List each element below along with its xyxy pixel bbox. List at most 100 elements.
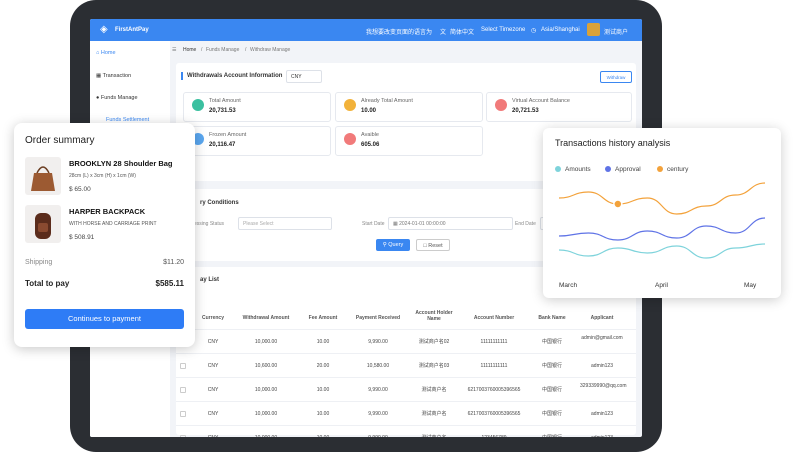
col-payment-received: Payment Received bbox=[355, 315, 401, 321]
data-table: Currency Withdrawal Amount Fee Amount Pa… bbox=[176, 307, 636, 437]
table-cell: 6217003760005396565 bbox=[467, 387, 521, 393]
row-checkbox[interactable] bbox=[180, 387, 186, 393]
series-line-amounts bbox=[558, 243, 766, 259]
table-cell: 10,580.00 bbox=[366, 363, 390, 369]
row-checkbox[interactable] bbox=[180, 435, 186, 437]
table-cell: 中国银行 bbox=[541, 339, 562, 345]
row-checkbox[interactable] bbox=[180, 363, 186, 369]
table-row[interactable]: CNY10,000.0010.009,990.00测试商户名 123456789中… bbox=[176, 425, 636, 437]
table-cell: 10.00 bbox=[316, 339, 330, 345]
table-cell: 20.00 bbox=[316, 363, 330, 369]
breadcrumb-home[interactable]: Home bbox=[183, 47, 196, 53]
table-cell: 10,000.00 bbox=[254, 387, 278, 393]
table-cell: 9,990.00 bbox=[368, 411, 388, 417]
table-cell: 11111111111 bbox=[480, 339, 508, 345]
status-select[interactable]: Please Select bbox=[238, 217, 332, 230]
brand-name: FirstAntPay bbox=[115, 27, 149, 33]
timezone-selector[interactable]: Asia/Shanghai bbox=[541, 27, 580, 33]
table-cell: 10.00 bbox=[316, 387, 330, 393]
col-withdrawal-amount: Withdrawal Amount bbox=[242, 315, 290, 321]
product-price: $ 65.00 bbox=[69, 186, 91, 193]
transaction-icon: ▦ bbox=[96, 73, 103, 79]
table-cell: 9,990.00 bbox=[368, 387, 388, 393]
sidebar-item-funds-manage[interactable]: ● Funds Manage bbox=[96, 95, 138, 101]
table-cell: 10.00 bbox=[316, 411, 330, 417]
clock-icon: ◷ bbox=[531, 28, 537, 34]
reset-button[interactable]: □ Reset bbox=[416, 239, 450, 251]
table-cell: 10,600.00 bbox=[254, 363, 278, 369]
order-summary-card: Order summary BROOKLYN 28 Shoulder Bag 2… bbox=[14, 123, 195, 347]
col-applicant: Applicant bbox=[590, 315, 614, 321]
series-line-approval bbox=[558, 217, 766, 241]
query-button[interactable]: ⚲ Query bbox=[376, 239, 410, 251]
shipping-label: Shipping bbox=[25, 259, 53, 266]
table-cell: 11111111111 bbox=[480, 363, 508, 369]
sidebar-item-home[interactable]: ⌂ Home bbox=[96, 50, 116, 56]
table-cell: CNY bbox=[207, 339, 219, 345]
table-row[interactable]: CNY 10,000.00 10.00 9,990.00 测试商户名 6217003760… bbox=[176, 377, 636, 401]
table-cell: 9,990.00 bbox=[345, 435, 411, 437]
menu-toggle-icon[interactable]: ☰ bbox=[172, 47, 176, 53]
col-bank-name: Bank Name bbox=[538, 315, 566, 321]
shoulder-bag-image bbox=[25, 157, 61, 195]
data-point-marker[interactable] bbox=[613, 199, 623, 209]
table-cell: admin@gmail.com bbox=[581, 335, 623, 341]
line-chart bbox=[558, 182, 766, 259]
start-date-label: Start Date bbox=[362, 221, 385, 227]
row-checkbox[interactable] bbox=[180, 411, 186, 417]
language-prompt: 我想要改变页面的语言为 bbox=[366, 30, 433, 36]
logo-icon: ◈ bbox=[100, 24, 108, 35]
product-name: HARPER BACKPACK bbox=[69, 207, 146, 216]
table-cell: CNY bbox=[207, 387, 219, 393]
sidebar-item-transaction[interactable]: ▦ Transaction bbox=[96, 73, 131, 79]
col-fee-amount: Fee Amount bbox=[308, 315, 338, 321]
table-row[interactable]: CNY 10,000.00 10.00 9,990.00 测试商户名02 11111111… bbox=[176, 329, 636, 353]
table-cell: 123456789 bbox=[458, 435, 530, 437]
already-total-icon bbox=[344, 99, 356, 111]
end-date-label: End Date bbox=[515, 221, 536, 227]
account-title: Withdrawals Account Information bbox=[187, 73, 283, 79]
withdraw-button[interactable]: Withdraw bbox=[600, 71, 632, 83]
stat-frozen-amount: Frozen Amount 20,116.47 bbox=[183, 126, 331, 156]
avatar[interactable] bbox=[587, 23, 600, 36]
table-cell: CNY bbox=[207, 363, 219, 369]
table-cell: 中国银行 bbox=[541, 411, 562, 417]
shipping-value: $11.20 bbox=[163, 259, 184, 266]
x-tick-label: May bbox=[744, 282, 757, 289]
backpack-image bbox=[25, 205, 61, 243]
table-cell: 10.00 bbox=[301, 435, 345, 437]
start-date-input[interactable]: ▦ 2024-01-01 00:00:00 bbox=[388, 217, 513, 230]
table-cell: 9,990.00 bbox=[368, 339, 388, 345]
breadcrumb-funds[interactable]: Funds Manage bbox=[206, 47, 239, 53]
breadcrumb-withdraw: Withdraw Manage bbox=[250, 47, 291, 53]
currency-select[interactable]: CNY bbox=[286, 70, 322, 83]
table-cell: 测试商户名03 bbox=[418, 363, 450, 369]
available-icon bbox=[344, 133, 356, 145]
table-cell: 10,000.00 bbox=[231, 435, 301, 437]
col-account-number: Account Number bbox=[473, 315, 515, 321]
stat-total-amount: Total Amount 20,731.53 bbox=[183, 92, 331, 122]
table-cell: 测试商户名02 bbox=[418, 339, 450, 345]
table-cell: 10,000.00 bbox=[254, 411, 278, 417]
product-name: BROOKLYN 28 Shoulder Bag bbox=[69, 159, 173, 168]
order-title: Order summary bbox=[25, 135, 95, 146]
stat-available: Avaible 605.06 bbox=[335, 126, 483, 156]
list-title: ay List bbox=[200, 277, 220, 283]
language-selector[interactable]: 简体中文 bbox=[450, 27, 474, 36]
col-currency: Currency bbox=[202, 315, 224, 321]
table-cell: 中国银行 bbox=[541, 363, 562, 369]
table-cell: admin123 bbox=[591, 363, 613, 369]
table-cell: 中国银行 bbox=[541, 387, 562, 393]
timezone-label: Select Timezone bbox=[481, 27, 526, 33]
table-row[interactable]: CNY 10,000.00 10.00 9,990.00 测试商户名 6217003760… bbox=[176, 401, 636, 425]
table-cell: 10,000.00 bbox=[254, 339, 278, 345]
table-row[interactable]: CNY 10,600.00 20.00 10,580.00 测试商户名03 1111111… bbox=[176, 353, 636, 377]
total-label: Total to pay bbox=[25, 279, 70, 288]
table-cell: 测试商户名 bbox=[414, 435, 454, 437]
table-cell: 测试商户名 bbox=[421, 387, 447, 393]
user-menu[interactable]: 测试商户 bbox=[604, 27, 628, 36]
table-cell: 6217003760005396565 bbox=[467, 411, 521, 417]
transactions-chart-card: Transactions history analysis Amounts Ap… bbox=[543, 128, 781, 298]
continue-payment-button[interactable]: Continues to payment bbox=[25, 309, 184, 329]
table-cell: 中国银行 bbox=[532, 435, 572, 437]
